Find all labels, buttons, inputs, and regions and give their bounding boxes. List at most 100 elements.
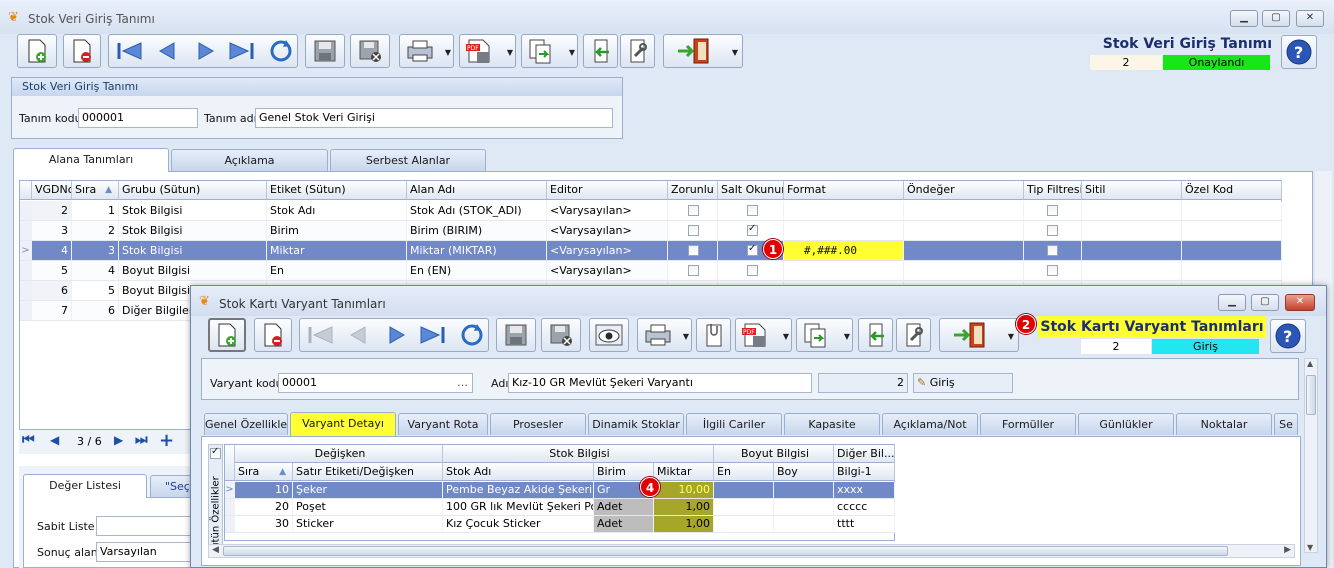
tools-button[interactable] — [620, 34, 655, 68]
variant-cell-boy[interactable] — [774, 516, 834, 533]
variant-tab-12[interactable]: Se — [1274, 413, 1298, 435]
variant-cell-en[interactable] — [714, 482, 774, 499]
variant-cell-miktar[interactable]: 10,00 — [654, 482, 714, 499]
cell-format[interactable] — [784, 261, 904, 281]
row-indicator[interactable] — [20, 261, 32, 281]
definition-code-input[interactable]: 000001 — [78, 108, 198, 128]
variant-prev-icon[interactable] — [347, 324, 369, 346]
variant-exit-button[interactable]: ▼ — [939, 318, 1019, 352]
salt-okunur-checkbox[interactable] — [747, 223, 758, 236]
cell-etiket[interactable]: Birim — [267, 221, 407, 241]
cell-sira[interactable]: 5 — [72, 281, 119, 301]
col-header-zorunlu[interactable]: Zorunlu — [668, 181, 718, 200]
col-header-format[interactable]: Format — [784, 181, 904, 200]
col-header-grubu[interactable]: Grubu (Sütun) — [119, 181, 267, 200]
variant-export-button[interactable]: ▼ — [796, 318, 853, 352]
row-indicator[interactable] — [20, 221, 32, 241]
col-header-boy[interactable]: Boy — [774, 463, 834, 481]
variant-cell-miktar[interactable]: 1,00 — [654, 516, 714, 533]
cell-alan-adi[interactable]: Miktar (MIKTAR) — [407, 241, 547, 261]
cell-vgdno[interactable]: 5 — [32, 261, 72, 281]
variant-cell-satir-etiketi[interactable]: Poşet — [293, 499, 443, 516]
variant-preview-button[interactable] — [589, 318, 629, 352]
cell-alan-adi[interactable]: En (EN) — [407, 261, 547, 281]
sabit-liste-input[interactable] — [96, 516, 194, 536]
cell-vgdno[interactable]: 4 — [32, 241, 72, 261]
cell-ozel-kod[interactable] — [1182, 221, 1282, 241]
scroll-left-icon[interactable]: ◀ — [212, 545, 219, 555]
vscroll-up-icon[interactable]: ▲ — [1307, 359, 1313, 368]
col-header-miktar[interactable]: Miktar — [654, 463, 714, 481]
previous-record-icon[interactable] — [156, 40, 178, 62]
close-button[interactable]: ✕ — [1296, 10, 1324, 27]
col-header-etiket[interactable]: Etiket (Sütun) — [267, 181, 407, 200]
cell-alan-adi[interactable]: Birim (BIRIM) — [407, 221, 547, 241]
cell-ozel-kod[interactable] — [1182, 261, 1282, 281]
col-header-var-sira[interactable]: Sıra ▲ — [235, 463, 293, 481]
cell-format[interactable] — [784, 221, 904, 241]
variant-export-dropdown-icon[interactable]: ▼ — [844, 332, 850, 341]
new-record-button[interactable] — [17, 34, 57, 68]
nav-next-icon[interactable]: ▶ — [114, 433, 123, 447]
maximize-button[interactable]: ▢ — [1262, 10, 1290, 27]
variant-cell-bilgi-1[interactable]: tttt — [834, 516, 895, 533]
variant-code-input[interactable]: 00001… — [278, 373, 473, 393]
variant-print-dropdown-icon[interactable]: ▼ — [683, 332, 689, 341]
ellipsis-icon[interactable]: … — [457, 374, 468, 392]
variant-cell-var-sira[interactable]: 10 — [235, 482, 293, 499]
col-header-stok-adi[interactable]: Stok Adı — [443, 463, 594, 481]
cell-editor[interactable]: <Varysayılan> — [547, 241, 668, 261]
cell-vgdno[interactable]: 6 — [32, 281, 72, 301]
variant-delete-button[interactable] — [254, 318, 292, 352]
cell-sira[interactable]: 3 — [72, 241, 119, 261]
variant-tab-6[interactable]: İlgili Cariler — [686, 413, 782, 435]
cell-sitil[interactable] — [1082, 241, 1182, 261]
sonuc-alani-input[interactable]: Varsayılan — [96, 542, 194, 562]
cell-sira[interactable]: 4 — [72, 261, 119, 281]
export-button[interactable]: ▼ — [521, 34, 578, 68]
scroll-thumb[interactable] — [223, 546, 1228, 556]
variant-horizontal-scrollbar[interactable]: ◀ ▶ — [208, 544, 1295, 558]
variant-cell-boy[interactable] — [774, 482, 834, 499]
zorunlu-checkbox[interactable] — [688, 245, 699, 256]
vscroll-down-icon[interactable]: ▼ — [1307, 543, 1313, 552]
variant-import-button[interactable] — [858, 318, 893, 352]
cell-grubu[interactable]: Stok Bilgisi — [119, 201, 267, 221]
variant-cell-en[interactable] — [714, 499, 774, 516]
variant-tab-3[interactable]: Varyant Rota — [398, 413, 488, 435]
variant-tab-5[interactable]: Dinamik Stoklar — [588, 413, 684, 435]
nav-add-icon[interactable]: + — [159, 430, 174, 451]
cell-editor[interactable]: <Varysayılan> — [547, 201, 668, 221]
row-indicator[interactable] — [20, 281, 32, 301]
variant-tools-button[interactable] — [896, 318, 931, 352]
definition-name-input[interactable]: Genel Stok Veri Girişi — [255, 108, 613, 128]
variant-pdf-button[interactable]: PDF ▼ — [735, 318, 792, 352]
variant-cell-birim[interactable]: Adet — [594, 499, 654, 516]
first-record-icon[interactable] — [115, 40, 143, 62]
cell-ondeger[interactable] — [904, 201, 1024, 221]
cell-grubu[interactable]: Stok Bilgisi — [119, 241, 267, 261]
variant-cell-stok-adi[interactable]: 100 GR lık Mevlüt Şekeri Poşeti — [443, 499, 594, 516]
cell-grubu[interactable]: Stok Bilgisi — [119, 221, 267, 241]
tab-secim[interactable]: "Seç — [150, 475, 194, 497]
variant-tab-4[interactable]: Prosesler — [490, 413, 586, 435]
exit-button[interactable]: ▼ — [663, 34, 743, 68]
variant-last-icon[interactable] — [419, 324, 447, 346]
salt-okunur-checkbox[interactable] — [747, 265, 758, 276]
tip-filtresi-checkbox[interactable] — [1047, 205, 1058, 216]
col-header-ozel-kod[interactable]: Özel Kod — [1182, 181, 1282, 200]
variant-name-input[interactable]: Kız-10 GR Mevlüt Şekeri Varyantı — [508, 373, 812, 393]
tab-deger-listesi[interactable]: Değer Listesi — [23, 474, 147, 498]
cell-ondeger[interactable] — [904, 221, 1024, 241]
variant-refresh-icon[interactable] — [459, 322, 485, 348]
variant-cell-stok-adi[interactable]: Pembe Beyaz Akide Şekeri — [443, 482, 594, 499]
tab-alan-tanimlari[interactable]: Alana Tanımları — [13, 148, 169, 172]
cell-sitil[interactable] — [1082, 221, 1182, 241]
nav-prev-icon[interactable]: ◀ — [50, 433, 59, 447]
variant-row-indicator[interactable]: > — [225, 482, 235, 499]
cancel-save-button[interactable] — [350, 34, 390, 68]
salt-okunur-checkbox[interactable] — [747, 205, 758, 216]
variant-new-button[interactable] — [208, 318, 246, 352]
col-header-editor[interactable]: Editor — [547, 181, 668, 200]
delete-record-button[interactable] — [63, 34, 101, 68]
